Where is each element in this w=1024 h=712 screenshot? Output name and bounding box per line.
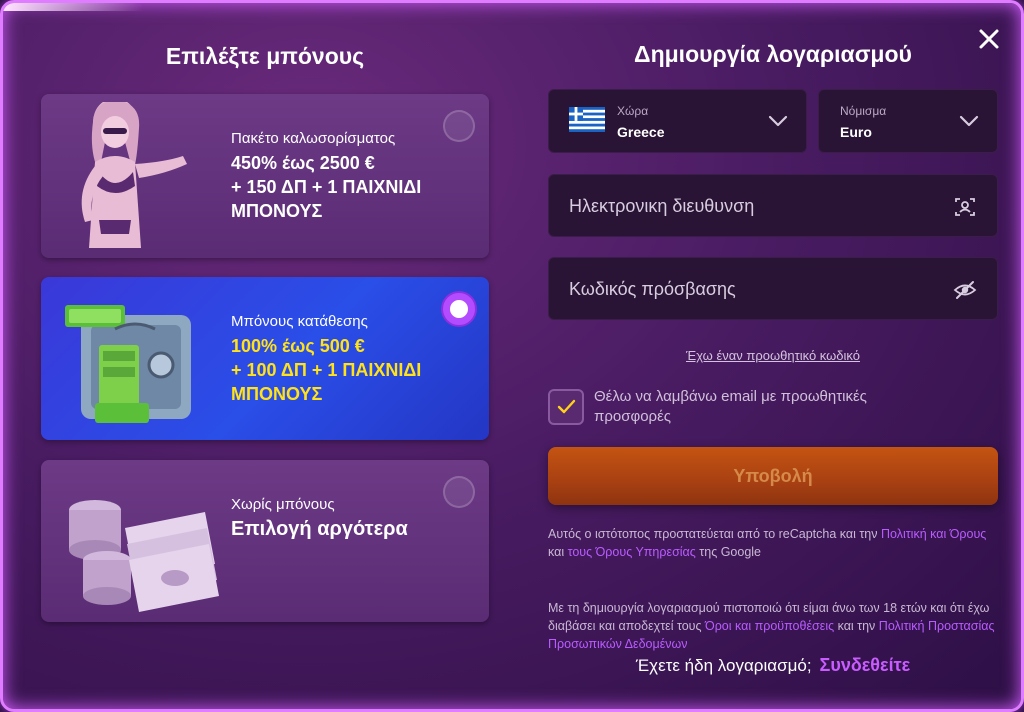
bonus-line-2: + 100 ΔΠ + 1 ΠΑΙΧΝΙΔΙ [231, 360, 422, 380]
greece-flag-icon [569, 107, 605, 132]
legal-text: Αυτός ο ιστότοπος προστατεύεται από το r… [548, 527, 881, 541]
recaptcha-notice: Αυτός ο ιστότοπος προστατεύεται από το r… [548, 525, 1003, 561]
login-row: Έχετε ήδη λογαριασμό; Συνδεθείτε [548, 655, 998, 676]
submit-button[interactable]: Υποβολή [548, 447, 998, 505]
bonus-radio-none[interactable] [443, 476, 475, 508]
account-section-title: Δημιουργία λογαριασμού [634, 41, 912, 67]
bonus-line-1: 450% έως 2500 € [231, 153, 375, 173]
bonus-radio-welcome[interactable] [443, 110, 475, 142]
bonus-card-deposit[interactable]: Μπόνους κατάθεσης 100% έως 500 € + 100 Δ… [41, 277, 489, 440]
currency-value: Euro [840, 124, 872, 140]
registration-modal: Επιλέξτε μπόνους Πακέτο καλωσορίσματος 4… [0, 0, 1024, 712]
bonus-section-title: Επιλέξτε μπόνους [165, 43, 365, 69]
chips-and-cash-illustration [69, 500, 219, 612]
bonus-line-1: Επιλογή αργότερα [231, 518, 408, 540]
chevron-down-icon [768, 115, 788, 127]
safe-with-money-illustration [65, 305, 191, 423]
currency-select[interactable]: Νόμισμα Euro [818, 89, 998, 153]
password-field[interactable] [569, 258, 929, 321]
country-label: Χώρα [617, 104, 649, 118]
chevron-down-icon [959, 115, 979, 127]
eye-off-icon[interactable] [953, 278, 977, 302]
bonus-card-none[interactable]: Χωρίς μπόνους Επιλογή αργότερα [41, 460, 489, 622]
currency-label: Νόμισμα [840, 104, 887, 118]
promo-code-link[interactable]: Έχω έναν προωθητικό κωδικό [548, 348, 998, 363]
bonus-subtitle: Χωρίς μπόνους [231, 496, 335, 513]
email-field-wrapper [548, 174, 998, 238]
bonus-line-2: + 150 ΔΠ + 1 ΠΑΙΧΝΙΔΙ [231, 177, 422, 197]
bonus-line-3: ΜΠΟΝΟΥΣ [231, 384, 323, 404]
age-consent-notice: Με τη δημιουργία λογαριασμού πιστοποιώ ό… [548, 599, 1003, 653]
legal-text: της Google [695, 545, 761, 559]
login-link[interactable]: Συνδεθείτε [820, 655, 911, 675]
legal-text: και [548, 545, 568, 559]
country-value: Greece [617, 124, 665, 140]
country-select[interactable]: Χώρα Greece [548, 89, 807, 153]
login-prompt: Έχετε ήδη λογαριασμό; [635, 656, 812, 675]
password-field-wrapper [548, 257, 998, 321]
bonus-line-1: 100% έως 500 € [231, 336, 365, 356]
newsletter-label: Θέλω να λαμβάνω email με προωθητικές προ… [594, 388, 867, 425]
bonus-radio-deposit[interactable] [443, 293, 475, 325]
contact-scan-icon[interactable] [953, 195, 977, 219]
google-policy-link[interactable]: Πολιτική και Όρους [881, 527, 986, 541]
bonus-line-3: ΜΠΟΝΟΥΣ [231, 201, 323, 221]
terms-link[interactable]: Όροι και προϋποθέσεις [705, 619, 834, 633]
legal-text: και την [834, 619, 879, 633]
email-field[interactable] [569, 175, 929, 238]
bonus-subtitle: Πακέτο καλωσορίσματος [231, 130, 396, 147]
woman-illustration [81, 102, 187, 248]
checkmark-icon [557, 399, 576, 414]
newsletter-checkbox[interactable] [548, 389, 584, 425]
google-terms-link[interactable]: τους Όρους Υπηρεσίας [568, 545, 696, 559]
bonus-subtitle: Μπόνους κατάθεσης [231, 313, 368, 330]
bonus-card-welcome[interactable]: Πακέτο καλωσορίσματος 450% έως 2500 € + … [41, 94, 489, 258]
